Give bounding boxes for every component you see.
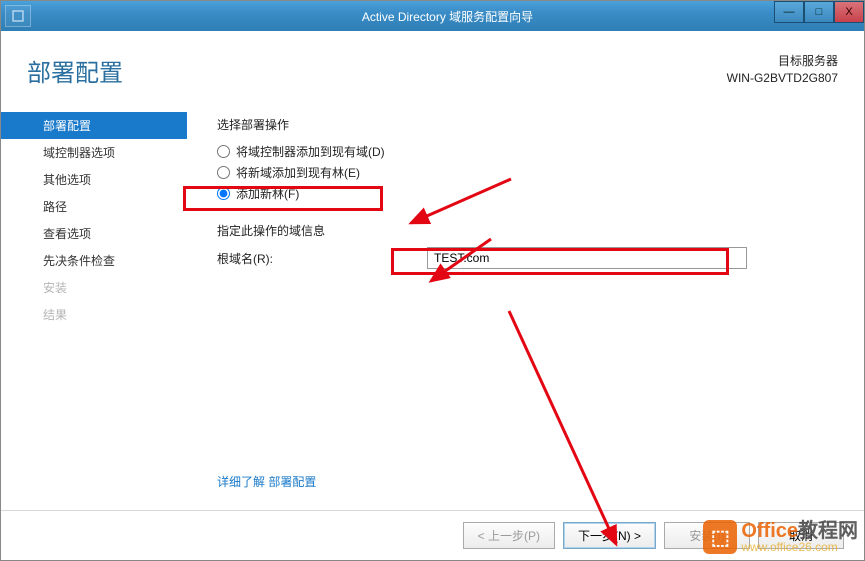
radio-add-new-forest[interactable]: 添加新林(F): [217, 183, 834, 204]
titlebar: Active Directory 域服务配置向导 — □ X: [1, 1, 864, 31]
target-server-name: WIN-G2BVTD2G807: [727, 70, 838, 87]
sidebar-item-install: 安装: [1, 274, 187, 301]
minimize-button[interactable]: —: [774, 1, 804, 23]
watermark: ⬚ Office教程网 www.office26.com: [703, 520, 858, 554]
next-button[interactable]: 下一步(N) >: [563, 522, 656, 549]
sidebar: 部署配置 域控制器选项 其他选项 路径 查看选项 先决条件检查 安装 结果: [1, 102, 187, 328]
root-domain-input[interactable]: [427, 247, 747, 269]
content: 部署配置 目标服务器 WIN-G2BVTD2G807 部署配置 域控制器选项 其…: [1, 31, 864, 560]
maximize-button[interactable]: □: [804, 1, 834, 23]
radio-input-add-dc[interactable]: [217, 145, 230, 158]
radio-add-dc-existing-domain[interactable]: 将域控制器添加到现有域(D): [217, 141, 834, 162]
window-title: Active Directory 域服务配置向导: [31, 8, 864, 25]
select-operation-label: 选择部署操作: [217, 116, 834, 133]
app-icon: [5, 5, 31, 27]
panel: 选择部署操作 将域控制器添加到现有域(D) 将新域添加到现有林(E) 添加新林(…: [187, 102, 864, 328]
page-title: 部署配置: [27, 53, 123, 88]
domain-info-label: 指定此操作的域信息: [217, 222, 834, 239]
sidebar-item-dc-options[interactable]: 域控制器选项: [1, 139, 187, 166]
radio-label: 添加新林(F): [236, 185, 299, 202]
radio-label: 将新域添加到现有林(E): [236, 164, 360, 181]
close-button[interactable]: X: [834, 1, 864, 23]
learn-more-link[interactable]: 详细了解 部署配置: [217, 475, 316, 489]
radio-input-new-forest[interactable]: [217, 187, 230, 200]
target-server-label: 目标服务器: [727, 53, 838, 70]
header: 部署配置 目标服务器 WIN-G2BVTD2G807: [1, 31, 864, 102]
sidebar-item-results: 结果: [1, 301, 187, 328]
root-domain-label: 根域名(R):: [217, 250, 427, 267]
watermark-brand2: 教程网: [798, 520, 858, 542]
watermark-url: www.office26.com: [741, 541, 858, 553]
sidebar-item-deploy-config[interactable]: 部署配置: [1, 112, 187, 139]
sidebar-item-prereq[interactable]: 先决条件检查: [1, 247, 187, 274]
radio-label: 将域控制器添加到现有域(D): [236, 143, 385, 160]
target-server-info: 目标服务器 WIN-G2BVTD2G807: [727, 53, 838, 88]
watermark-brand1: Office: [741, 520, 798, 542]
radio-add-domain-existing-forest[interactable]: 将新域添加到现有林(E): [217, 162, 834, 183]
sidebar-item-other-options[interactable]: 其他选项: [1, 166, 187, 193]
radio-input-add-domain[interactable]: [217, 166, 230, 179]
sidebar-item-paths[interactable]: 路径: [1, 193, 187, 220]
root-domain-row: 根域名(R):: [217, 247, 834, 269]
prev-button: < 上一步(P): [463, 522, 555, 549]
sidebar-item-review[interactable]: 查看选项: [1, 220, 187, 247]
watermark-icon: ⬚: [703, 520, 737, 554]
